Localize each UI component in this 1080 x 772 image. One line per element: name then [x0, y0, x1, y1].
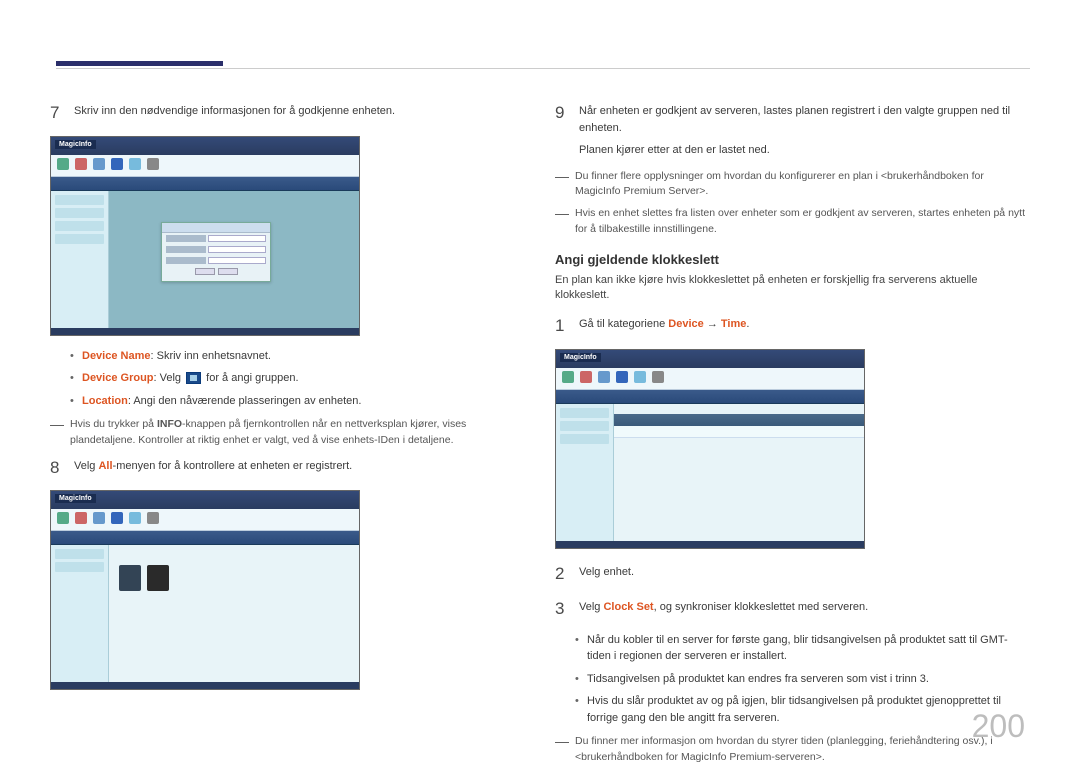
step-text: Når enheten er godkjent av serveren, las… — [579, 100, 1030, 159]
all-label: All — [98, 460, 112, 472]
bullet-text: : Velg — [154, 372, 185, 384]
screenshot-logo: MagicInfo — [560, 353, 601, 362]
header-divider — [56, 68, 1030, 69]
note-text: Hvis du trykker på — [70, 418, 157, 430]
step-2-clock: 2 Velg enhet. — [555, 561, 1030, 587]
bullet-text: for å angi gruppen. — [203, 372, 298, 384]
approval-dialog — [161, 222, 271, 282]
screenshot-step8: MagicInfo — [50, 490, 360, 690]
screenshot-logo: MagicInfo — [55, 494, 96, 503]
step7-bullets: Device Name: Skriv inn enhetsnavnet. Dev… — [70, 348, 525, 410]
step-9: 9 Når enheten er godkjent av serveren, l… — [555, 100, 1030, 159]
bullet-device-group: Device Group: Velg for å angi gruppen. — [70, 370, 525, 387]
clock-set-label: Clock Set — [603, 601, 653, 613]
dash-marker: ― — [555, 169, 569, 201]
group-select-icon — [186, 372, 201, 384]
bullet-location: Location: Angi den nåværende plasseringe… — [70, 393, 525, 410]
bullet-gmt: Når du kobler til en server for første g… — [575, 632, 1030, 665]
note-device-delete: ― Hvis en enhet slettes fra listen over … — [555, 206, 1030, 238]
step-number: 9 — [555, 100, 569, 159]
step-text: Velg Clock Set, og synkroniser klokkesle… — [579, 596, 1030, 622]
clock-bullets: Når du kobler til en server for første g… — [575, 632, 1030, 727]
step-8: 8 Velg All-menyen for å kontrollere at e… — [50, 455, 525, 481]
note-time-manage: ― Du finner mer informasjon om hvordan d… — [555, 734, 1030, 766]
note-info-button: ― Hvis du trykker på INFO-knappen på fje… — [50, 417, 525, 449]
subheading-desc: En plan kan ikke kjøre hvis klokkeslette… — [555, 273, 1030, 304]
bullet-label: Device Name — [82, 350, 151, 362]
bullet-label: Device Group — [82, 372, 154, 384]
step-text: Velg enhet. — [579, 561, 1030, 587]
step-number: 1 — [555, 313, 569, 339]
step-text: Velg All-menyen for å kontrollere at enh… — [74, 455, 525, 481]
dash-marker: ― — [555, 734, 569, 766]
screenshot-time: MagicInfo — [555, 349, 865, 549]
step-number: 3 — [555, 596, 569, 622]
bullet-restore: Hvis du slår produktet av og på igjen, b… — [575, 693, 1030, 726]
right-column: 9 Når enheten er godkjent av serveren, l… — [555, 100, 1030, 772]
step-number: 7 — [50, 100, 64, 126]
bullet-step3: Tidsangivelsen på produktet kan endres f… — [575, 671, 1030, 688]
step-text: Skriv inn den nødvendige informasjonen f… — [74, 100, 525, 126]
bullet-label: Location — [82, 395, 128, 407]
step-7: 7 Skriv inn den nødvendige informasjonen… — [50, 100, 525, 126]
bullet-text: : Angi den nåværende plasseringen av enh… — [128, 395, 362, 407]
left-column: 7 Skriv inn den nødvendige informasjonen… — [50, 100, 525, 772]
screenshot-step7: MagicInfo — [50, 136, 360, 336]
page-number: 200 — [972, 708, 1025, 745]
info-label: INFO — [157, 418, 182, 430]
content-columns: 7 Skriv inn den nødvendige informasjonen… — [50, 100, 1030, 772]
step-text: Gå til kategoriene Device → Time. — [579, 313, 1030, 339]
step-number: 8 — [50, 455, 64, 481]
note-text: Hvis en enhet slettes fra listen over en… — [575, 206, 1030, 238]
note-text: Du finner flere opplysninger om hvordan … — [575, 169, 1030, 201]
device-label: Device — [668, 318, 703, 330]
header-accent-bar — [56, 61, 223, 66]
subheading-clock: Angi gjeldende klokkeslett — [555, 252, 1030, 267]
step-3-clock: 3 Velg Clock Set, og synkroniser klokkes… — [555, 596, 1030, 622]
step-number: 2 — [555, 561, 569, 587]
bullet-text: : Skriv inn enhetsnavnet. — [151, 350, 271, 362]
step-1-clock: 1 Gå til kategoriene Device → Time. — [555, 313, 1030, 339]
dash-marker: ― — [555, 206, 569, 238]
bullet-device-name: Device Name: Skriv inn enhetsnavnet. — [70, 348, 525, 365]
device-icons — [119, 565, 169, 591]
time-label: Time — [721, 318, 746, 330]
note-text: Du finner mer informasjon om hvordan du … — [575, 734, 1030, 766]
screenshot-logo: MagicInfo — [55, 140, 96, 149]
dash-marker: ― — [50, 417, 64, 449]
note-config-plan: ― Du finner flere opplysninger om hvorda… — [555, 169, 1030, 201]
